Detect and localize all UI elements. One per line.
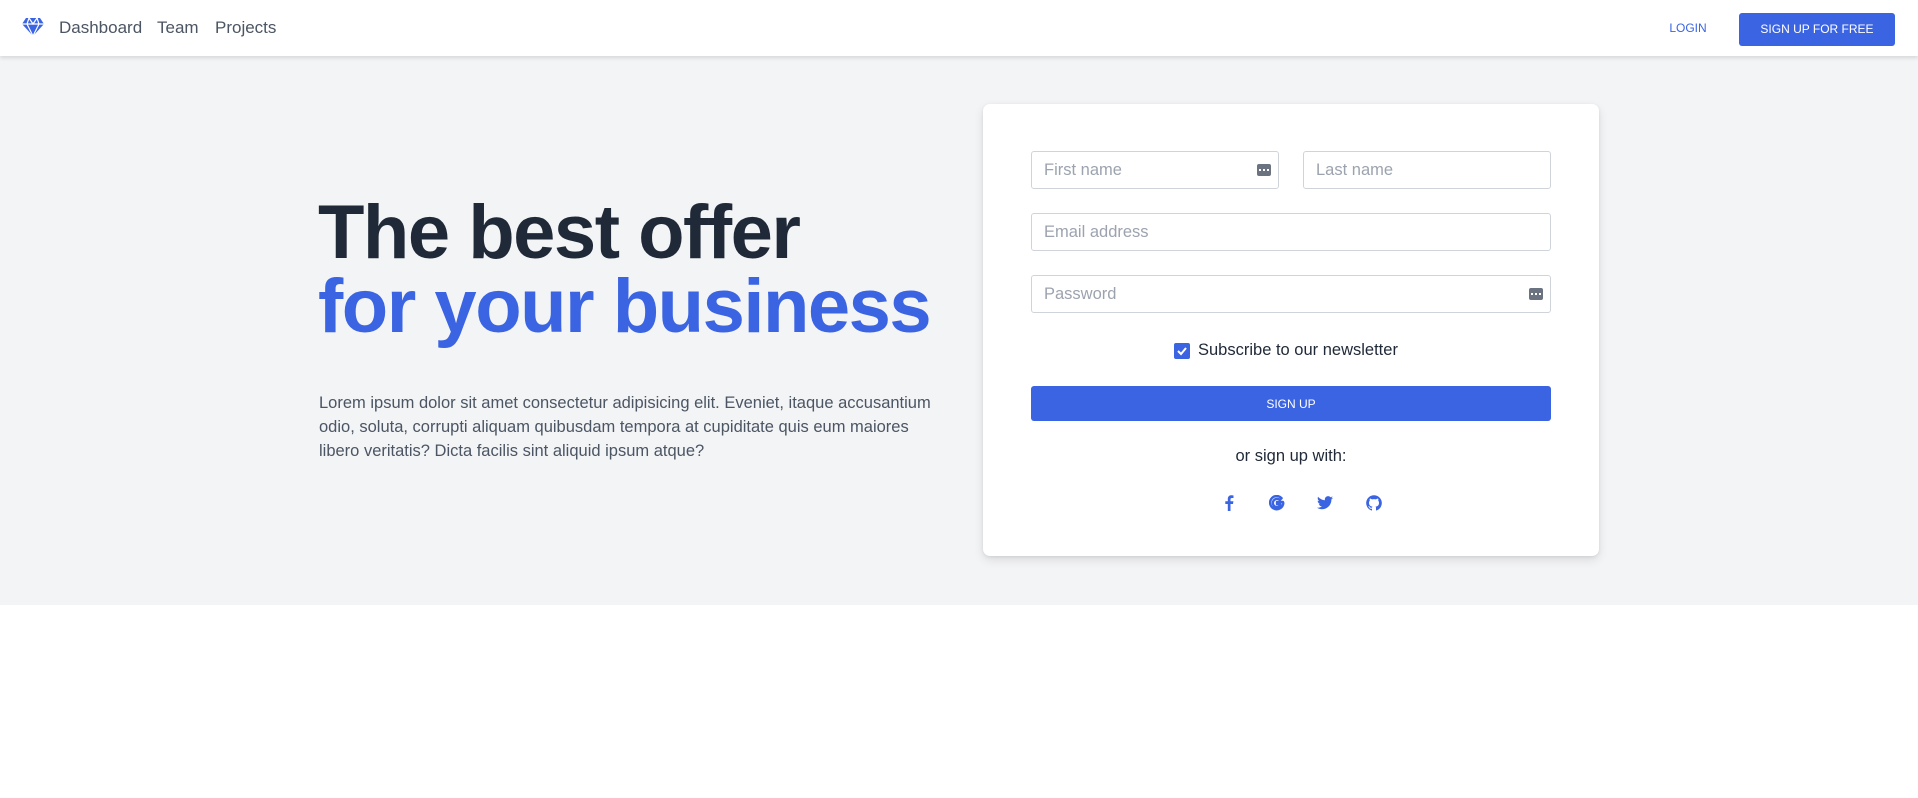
navbar: Dashboard Team Projects LOGIN SIGN UP FO… <box>0 0 1918 56</box>
first-name-input[interactable] <box>1031 151 1279 189</box>
newsletter-label: Subscribe to our newsletter <box>1198 341 1398 359</box>
github-icon[interactable] <box>1361 490 1387 516</box>
nav-link-team[interactable]: Team <box>157 18 199 38</box>
sign-up-for-free-button[interactable]: SIGN UP FOR FREE <box>1739 13 1895 46</box>
password-input[interactable] <box>1031 275 1551 313</box>
sign-up-button[interactable]: SIGN UP <box>1031 386 1551 421</box>
login-button[interactable]: LOGIN <box>1650 15 1726 41</box>
hero-section: The best offer for your business Lorem i… <box>0 56 1918 605</box>
social-signup-text: or sign up with: <box>1235 447 1347 465</box>
check-icon <box>1177 347 1187 356</box>
last-name-input[interactable] <box>1303 151 1551 189</box>
email-input[interactable] <box>1031 213 1551 251</box>
newsletter-checkbox[interactable] <box>1174 343 1190 359</box>
nav-link-projects[interactable]: Projects <box>215 18 276 38</box>
headline-line-1: The best offer <box>318 190 801 275</box>
gem-logo-icon[interactable] <box>22 17 44 37</box>
nav-link-dashboard[interactable]: Dashboard <box>59 18 142 38</box>
hero-headline: The best offer for your business <box>318 190 932 349</box>
google-icon[interactable] <box>1264 490 1290 516</box>
headline-line-2: for your business <box>318 264 932 349</box>
autofill-icon[interactable] <box>1529 288 1543 300</box>
autofill-icon[interactable] <box>1257 164 1271 176</box>
twitter-icon[interactable] <box>1312 490 1338 516</box>
facebook-icon[interactable] <box>1216 490 1242 516</box>
signup-card: Subscribe to our newsletter SIGN UP or s… <box>983 104 1599 556</box>
hero-description: Lorem ipsum dolor sit amet consectetur a… <box>319 394 931 460</box>
